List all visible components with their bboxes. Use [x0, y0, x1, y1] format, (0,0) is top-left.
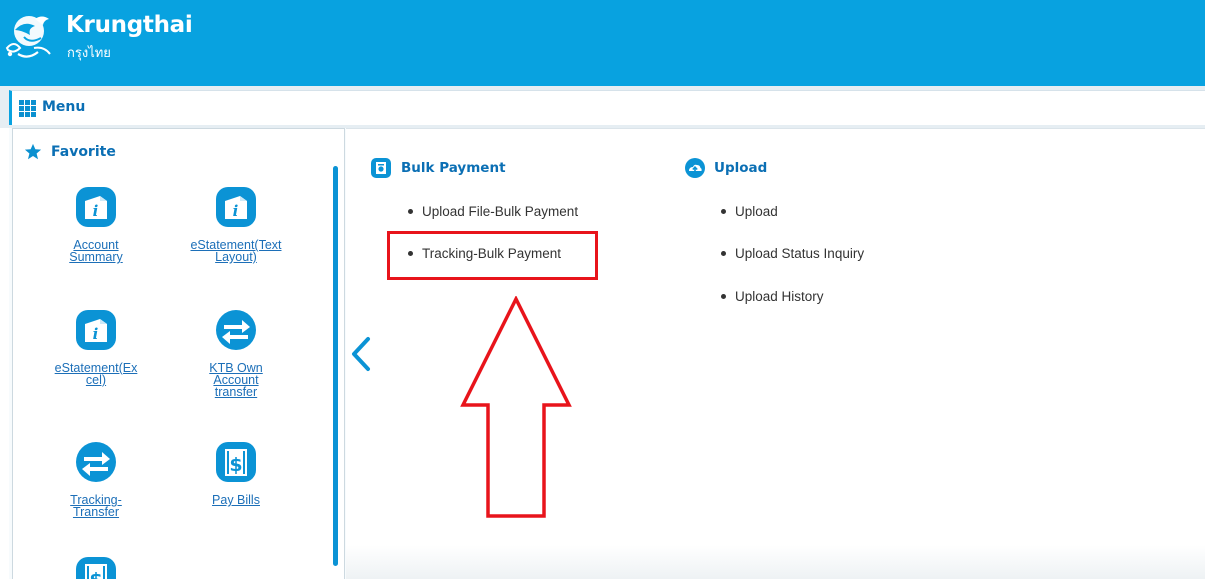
section-title-bulk-payment: Bulk Payment	[401, 160, 506, 176]
favorite-tile-label: Account Summary	[69, 238, 123, 264]
favorite-scrollbar[interactable]	[333, 166, 338, 566]
bullet	[721, 250, 726, 256]
favorite-tile-tracking-transfer[interactable]: Tracking-Transfer	[46, 440, 146, 518]
bullet	[721, 293, 726, 299]
transfer-arrows-icon	[216, 310, 256, 350]
brand-name: Krungthai	[66, 12, 193, 38]
link-label: Upload History	[735, 289, 824, 304]
favorite-tile-account-summary[interactable]: i Account Summary	[46, 185, 146, 263]
brand-logo[interactable]: Krungthai กรุงไทย	[4, 8, 204, 70]
transfer-arrows-icon	[76, 442, 116, 482]
upload-cloud-icon	[685, 158, 705, 178]
dollar-bill-icon: $	[76, 557, 116, 579]
link-label: Upload	[735, 204, 778, 219]
menu-label: Menu	[42, 99, 86, 115]
link-upload-history[interactable]: Upload History	[721, 289, 824, 304]
info-doc-icon: i	[216, 187, 256, 227]
highlight-box	[387, 231, 598, 280]
favorite-tile-label: eStatement(Excel)	[54, 361, 138, 387]
favorite-tile-partial[interactable]: $	[46, 555, 146, 579]
svg-text:$: $	[89, 569, 102, 579]
bullet	[721, 208, 726, 214]
favorite-tile-label: eStatement(Text Layout)	[190, 238, 282, 264]
bulk-payment-icon	[371, 158, 391, 178]
favorite-tile-ktb-own-transfer[interactable]: KTB Own Account transfer	[186, 308, 286, 398]
dollar-bill-icon: $	[216, 442, 256, 482]
menu-bar[interactable]: Menu	[9, 90, 1205, 125]
link-upload-status-inquiry[interactable]: Upload Status Inquiry	[721, 246, 864, 261]
svg-text:i: i	[233, 202, 239, 220]
link-upload-file-bulk-payment[interactable]: Upload File-Bulk Payment	[408, 204, 578, 219]
brand-sub: กรุงไทย	[67, 46, 111, 61]
favorite-tile-pay-bills[interactable]: $ Pay Bills	[186, 440, 286, 506]
top-header: Krungthai กรุงไทย	[0, 0, 1205, 86]
krungthai-bird-logo-icon	[5, 16, 51, 58]
up-arrow-outline-icon	[460, 296, 572, 518]
main-footer-shade	[346, 545, 1205, 579]
section-title-upload: Upload	[714, 160, 768, 176]
favorite-tile-label: KTB Own Account transfer	[209, 361, 263, 399]
link-label: Upload Status Inquiry	[735, 246, 865, 261]
favorite-tile-estatement-text[interactable]: i eStatement(Text Layout)	[186, 185, 286, 263]
link-upload[interactable]: Upload	[721, 204, 778, 219]
grid-icon	[19, 100, 36, 117]
favorite-title: Favorite	[51, 144, 116, 160]
svg-text:i: i	[93, 202, 99, 220]
favorite-tile-estatement-excel[interactable]: i eStatement(Excel)	[46, 308, 146, 386]
chevron-left-icon[interactable]	[346, 333, 376, 375]
favorite-tile-label: Tracking-Transfer	[70, 493, 122, 519]
info-doc-icon: i	[76, 187, 116, 227]
info-doc-icon: i	[76, 310, 116, 350]
link-label: Upload File-Bulk Payment	[422, 204, 579, 219]
star-icon	[24, 143, 42, 160]
bullet	[408, 208, 413, 214]
favorite-tile-label: Pay Bills	[212, 493, 260, 507]
svg-text:i: i	[93, 325, 99, 343]
svg-text:$: $	[229, 454, 242, 476]
